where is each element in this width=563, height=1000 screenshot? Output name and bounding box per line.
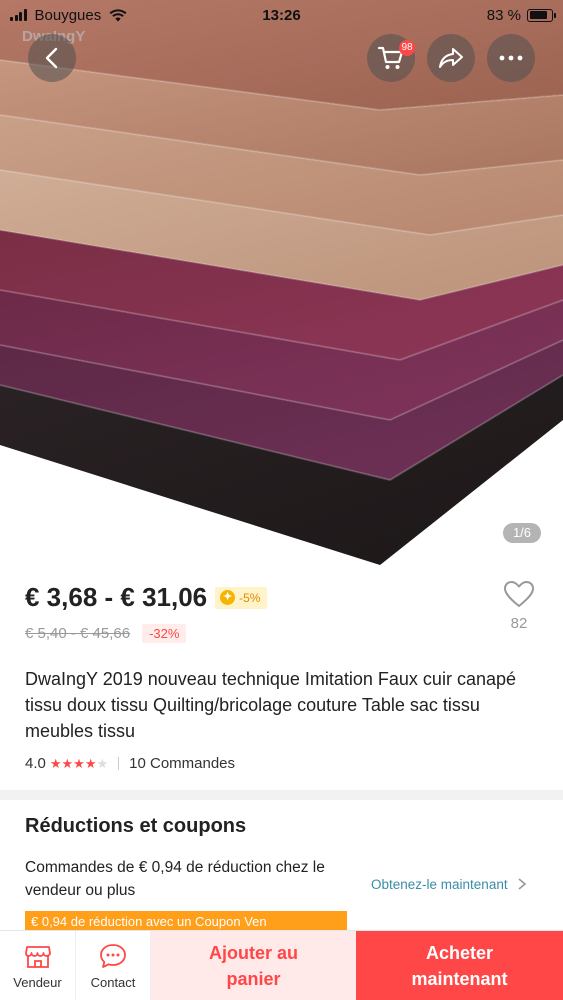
back-icon	[45, 47, 58, 69]
more-options-button[interactable]	[487, 34, 535, 82]
cart-button[interactable]: 98	[367, 34, 415, 82]
more-icon	[499, 55, 523, 61]
image-counter: 1/6	[503, 523, 541, 543]
heart-icon	[504, 581, 534, 607]
chevron-right-icon	[518, 878, 526, 890]
coupon-description: Commandes de € 0,94 de réduction chez le…	[25, 859, 325, 899]
add-to-cart-label: Ajouter au panier	[208, 942, 298, 989]
contact-label: Contact	[90, 975, 136, 990]
share-icon	[439, 48, 463, 68]
star-icon: ★	[96, 756, 109, 771]
get-coupon-label: Obtenez-le maintenant	[371, 876, 508, 892]
wishlist-button[interactable]: 82	[500, 580, 538, 632]
product-photo	[0, 0, 563, 570]
original-price: € 5,40 - € 45,66	[25, 625, 131, 642]
chat-icon	[100, 944, 126, 968]
rating-value: 4.0	[25, 755, 46, 772]
coin-discount-badge[interactable]: ✦ -5%	[215, 586, 268, 609]
discount-badge: -32%	[142, 624, 187, 643]
status-bar: Bouygues 13:26 83 %	[0, 0, 563, 30]
rating-row[interactable]: 4.0 ★ ★ ★ ★ ★ 10 Commandes	[25, 755, 235, 772]
seller-button[interactable]: Vendeur	[0, 931, 75, 1000]
separator	[118, 757, 120, 770]
coin-discount-label: -5%	[239, 590, 261, 605]
star-icon: ★	[73, 756, 85, 771]
cart-badge: 98	[399, 40, 415, 56]
store-icon	[24, 946, 51, 968]
wishlist-count: 82	[510, 615, 528, 632]
star-icon: ★	[61, 756, 74, 771]
original-price-row: € 5,40 - € 45,66 -32%	[25, 624, 187, 643]
share-button[interactable]	[427, 34, 475, 82]
section-divider	[0, 790, 563, 800]
buy-now-button[interactable]: Acheter maintenant	[356, 931, 563, 1000]
price-row: € 3,68 - € 31,06 ✦ -5%	[25, 582, 268, 613]
rating-stars: ★ ★ ★ ★ ★	[50, 757, 108, 770]
product-title: DwaIngY 2019 nouveau technique Imitation…	[25, 669, 516, 741]
product-image-gallery[interactable]: Bouygues 13:26 83 % DwaIngY 98	[0, 0, 563, 570]
back-button[interactable]	[28, 34, 76, 82]
star-icon: ★	[84, 756, 97, 771]
price: € 3,68 - € 31,06	[25, 582, 208, 612]
buy-now-label: Acheter maintenant	[411, 942, 508, 989]
get-coupon-link[interactable]: Obtenez-le maintenant	[371, 876, 528, 892]
battery-icon	[527, 8, 556, 22]
seller-label: Vendeur	[13, 975, 62, 990]
coin-icon: ✦	[220, 590, 236, 605]
clock: 13:26	[262, 6, 301, 24]
add-to-cart-button[interactable]: Ajouter au panier	[150, 931, 356, 1000]
coupons-heading: Réductions et coupons	[25, 815, 247, 837]
bottom-action-bar: Vendeur Contact Ajouter au panier Achete…	[0, 930, 563, 1000]
orders-count: 10 Commandes	[129, 755, 236, 772]
contact-button[interactable]: Contact	[75, 931, 150, 1000]
star-icon: ★	[49, 756, 62, 771]
